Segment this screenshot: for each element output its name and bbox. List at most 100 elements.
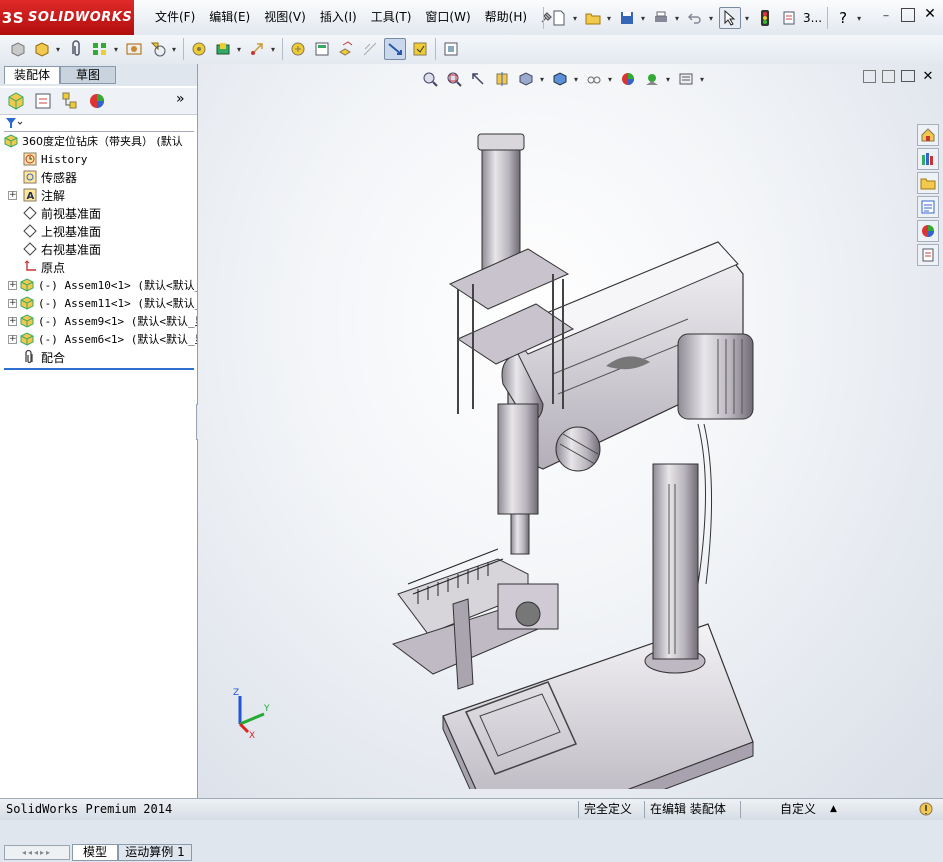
instant3d-icon[interactable] bbox=[384, 38, 406, 60]
select-cursor-icon[interactable] bbox=[719, 7, 741, 29]
undo-icon[interactable] bbox=[685, 8, 705, 28]
print-icon[interactable] bbox=[651, 8, 671, 28]
zoom-to-fit-icon[interactable] bbox=[420, 69, 440, 89]
update-speedpak-icon[interactable] bbox=[410, 39, 430, 59]
menu-edit[interactable]: 编辑(E) bbox=[202, 0, 257, 35]
viewport-maximize-icon[interactable] bbox=[901, 70, 915, 82]
bill-of-materials-icon[interactable] bbox=[312, 39, 332, 59]
maximize-icon[interactable] bbox=[901, 8, 915, 22]
expand-assem6-button[interactable]: + bbox=[8, 334, 17, 344]
new-part-icon[interactable] bbox=[32, 39, 52, 59]
minimize-icon[interactable]: _ bbox=[879, 7, 893, 22]
edit-appearance-icon[interactable] bbox=[618, 69, 638, 89]
new-dropdown-icon[interactable]: ▾ bbox=[571, 14, 579, 23]
close-icon[interactable]: ✕ bbox=[923, 7, 937, 22]
custom-properties-icon[interactable] bbox=[917, 244, 939, 266]
display-style-dropdown-icon[interactable]: ▾ bbox=[572, 75, 580, 84]
viewport-restore-icon[interactable] bbox=[863, 70, 876, 83]
smart-fasteners-icon[interactable] bbox=[124, 39, 144, 59]
undo-dropdown-icon[interactable]: ▾ bbox=[707, 14, 715, 23]
new-motion-study-icon[interactable] bbox=[288, 39, 308, 59]
explode-line-sketch-icon[interactable] bbox=[360, 39, 380, 59]
take-snapshot-icon[interactable] bbox=[441, 39, 461, 59]
expand-panel-chevron-icon[interactable]: » bbox=[176, 91, 196, 111]
tree-item-assem11[interactable]: + (-) Assem11<1> (默认<默认_ bbox=[0, 294, 197, 312]
viewport-split-icon[interactable] bbox=[882, 70, 895, 83]
insert-components-icon[interactable] bbox=[8, 39, 28, 59]
move-dropdown-icon[interactable]: ▾ bbox=[170, 45, 178, 54]
hide-show-dropdown-icon[interactable]: ▾ bbox=[606, 75, 614, 84]
design-library-icon[interactable] bbox=[917, 148, 939, 170]
menu-view[interactable]: 视图(V) bbox=[257, 0, 313, 35]
reference-geometry-icon[interactable] bbox=[247, 39, 267, 59]
save-dropdown-icon[interactable]: ▾ bbox=[639, 14, 647, 23]
rollback-bar[interactable] bbox=[4, 368, 194, 370]
section-view-icon[interactable] bbox=[492, 69, 512, 89]
apply-scene-icon[interactable] bbox=[642, 69, 662, 89]
assembly-features-icon[interactable] bbox=[213, 39, 233, 59]
scene-dropdown-icon[interactable]: ▾ bbox=[664, 75, 672, 84]
view-palette-icon[interactable] bbox=[917, 196, 939, 218]
view-settings-icon[interactable] bbox=[676, 69, 696, 89]
tab-motion-study[interactable]: 运动算例 1 bbox=[118, 844, 192, 861]
expand-assem9-button[interactable]: + bbox=[8, 316, 17, 326]
mate-paperclip-icon[interactable] bbox=[66, 39, 86, 59]
display-manager-icon[interactable] bbox=[87, 91, 107, 111]
toolbar-counter[interactable]: 3... bbox=[803, 8, 822, 28]
tree-item-sensors[interactable]: 传感器 bbox=[0, 168, 197, 186]
tab-navigation-arrows[interactable]: ◂◂◂▸▸ bbox=[4, 845, 70, 860]
expand-assem11-button[interactable]: + bbox=[8, 298, 17, 308]
view-orientation-dropdown-icon[interactable]: ▾ bbox=[538, 75, 546, 84]
zoom-to-area-icon[interactable] bbox=[444, 69, 464, 89]
new-document-icon[interactable] bbox=[549, 8, 569, 28]
tree-item-front-plane[interactable]: 前视基准面 bbox=[0, 204, 197, 222]
reference-geometry-dropdown-icon[interactable]: ▾ bbox=[269, 45, 277, 54]
help-icon[interactable]: ? bbox=[833, 8, 853, 28]
tree-item-assem10[interactable]: + (-) Assem10<1> (默认<默认_ bbox=[0, 276, 197, 294]
open-dropdown-icon[interactable]: ▾ bbox=[605, 14, 613, 23]
tree-item-right-plane[interactable]: 右视基准面 bbox=[0, 240, 197, 258]
view-orientation-icon[interactable] bbox=[516, 69, 536, 89]
move-component-icon[interactable] bbox=[148, 39, 168, 59]
show-hidden-components-icon[interactable] bbox=[189, 39, 209, 59]
tree-item-assem9[interactable]: + (-) Assem9<1> (默认<默认_显 bbox=[0, 312, 197, 330]
tree-filter[interactable] bbox=[4, 116, 194, 132]
tree-item-mates[interactable]: 配合 bbox=[0, 348, 197, 366]
viewport-close-icon[interactable]: ✕ bbox=[921, 70, 935, 84]
hide-show-items-icon[interactable] bbox=[584, 69, 604, 89]
units-dropdown-icon[interactable]: ▲ bbox=[830, 801, 837, 818]
tree-item-top-plane[interactable]: 上视基准面 bbox=[0, 222, 197, 240]
tab-sketch[interactable]: 草图 bbox=[60, 66, 116, 84]
expand-annotations-button[interactable]: + bbox=[8, 190, 17, 200]
rebuild-traffic-light-icon[interactable] bbox=[755, 8, 775, 28]
pattern-dropdown-icon[interactable]: ▾ bbox=[112, 45, 120, 54]
status-units-custom[interactable]: 自定义 bbox=[780, 801, 816, 818]
tree-item-assem6[interactable]: + (-) Assem6<1> (默认<默认_显 bbox=[0, 330, 197, 348]
tree-root-assembly[interactable]: 360度定位钻床（带夹具） (默认 bbox=[0, 132, 197, 150]
file-properties-icon[interactable] bbox=[779, 8, 799, 28]
configuration-manager-icon[interactable] bbox=[60, 91, 80, 111]
select-dropdown-icon[interactable]: ▾ bbox=[743, 14, 751, 23]
menu-insert[interactable]: 插入(I) bbox=[313, 0, 364, 35]
expand-assem10-button[interactable]: + bbox=[8, 280, 17, 290]
quick-tips-icon[interactable] bbox=[918, 801, 934, 818]
tree-item-origin[interactable]: 原点 bbox=[0, 258, 197, 276]
print-dropdown-icon[interactable]: ▾ bbox=[673, 14, 681, 23]
file-explorer-icon[interactable] bbox=[917, 172, 939, 194]
tree-item-history[interactable]: History bbox=[0, 150, 197, 168]
solidworks-logo[interactable]: 3S SOLIDWORKS bbox=[0, 0, 134, 35]
open-folder-icon[interactable] bbox=[583, 8, 603, 28]
property-manager-icon[interactable] bbox=[33, 91, 53, 111]
exploded-view-icon[interactable] bbox=[336, 39, 356, 59]
tab-model[interactable]: 模型 bbox=[72, 844, 118, 861]
menu-help[interactable]: 帮助(H) bbox=[478, 0, 534, 35]
tab-assembly[interactable]: 装配体 bbox=[4, 66, 60, 84]
graphics-area[interactable]: ▾ ▾ ▾ ▾ ▾ ✕ Z Y X bbox=[198, 64, 943, 798]
previous-view-icon[interactable] bbox=[468, 69, 488, 89]
menu-window[interactable]: 窗口(W) bbox=[418, 0, 477, 35]
menu-tools[interactable]: 工具(T) bbox=[364, 0, 419, 35]
assembly-features-dropdown-icon[interactable]: ▾ bbox=[235, 45, 243, 54]
new-part-dropdown-icon[interactable]: ▾ bbox=[54, 45, 62, 54]
view-settings-dropdown-icon[interactable]: ▾ bbox=[698, 75, 706, 84]
drill-press-model[interactable] bbox=[378, 124, 798, 789]
